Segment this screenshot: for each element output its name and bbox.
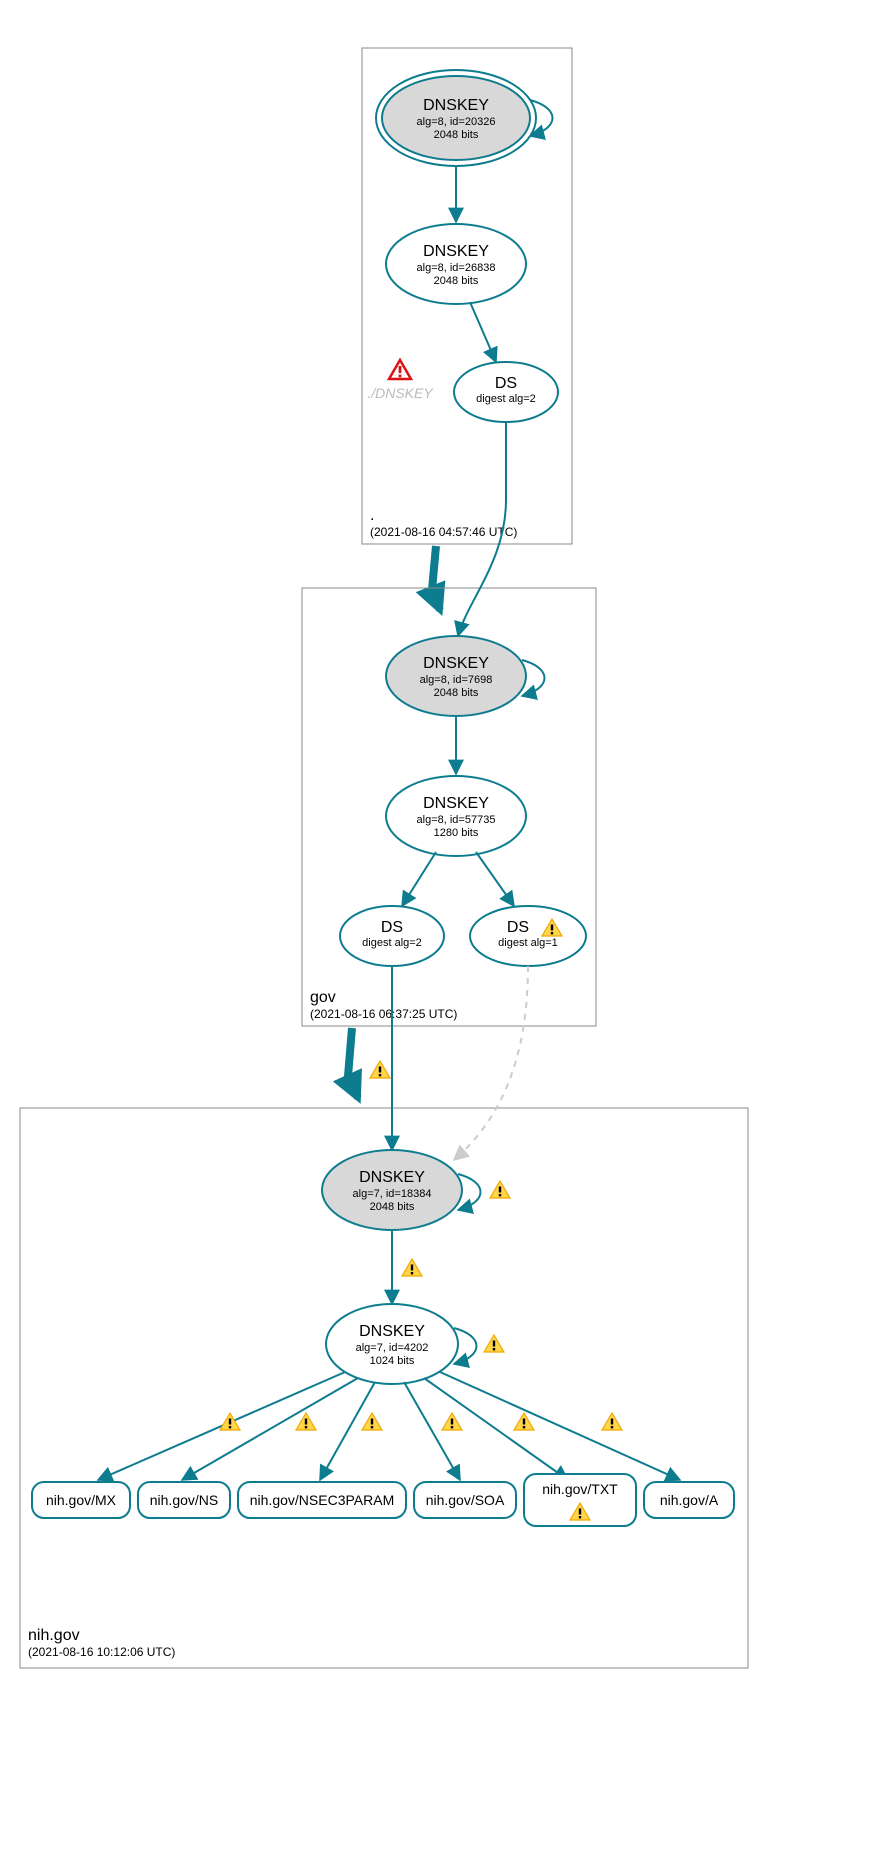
rrset-soa[interactable]: nih.gov/SOA: [414, 1482, 516, 1518]
svg-text:nih.gov/NSEC3PARAM: nih.gov/NSEC3PARAM: [250, 1492, 394, 1508]
svg-text:nih.gov/SOA: nih.gov/SOA: [426, 1492, 505, 1508]
warning-icon: [220, 1413, 240, 1430]
rrset-ns[interactable]: nih.gov/NS: [138, 1482, 230, 1518]
rrset-nsec3param[interactable]: nih.gov/NSEC3PARAM: [238, 1482, 406, 1518]
warning-icon: [484, 1335, 504, 1352]
svg-text:alg=8, id=7698: alg=8, id=7698: [420, 674, 493, 686]
svg-text:DS: DS: [495, 375, 517, 392]
svg-text:digest alg=2: digest alg=2: [362, 937, 422, 949]
svg-text:2048 bits: 2048 bits: [370, 1201, 415, 1213]
error-icon: [389, 360, 411, 379]
svg-text:DNSKEY: DNSKEY: [359, 1169, 425, 1186]
warning-icon: [514, 1413, 534, 1430]
edge-gov-zsk-ds2: [476, 852, 514, 906]
svg-text:nih.gov/A: nih.gov/A: [660, 1492, 719, 1508]
svg-text:alg=8, id=57735: alg=8, id=57735: [417, 814, 496, 826]
svg-text:alg=8, id=20326: alg=8, id=20326: [417, 116, 496, 128]
zone-root-ts: (2021-08-16 04:57:46 UTC): [370, 525, 517, 539]
warning-icon: [442, 1413, 462, 1430]
zone-gov-name: gov: [310, 989, 336, 1006]
svg-text:nih.gov/TXT: nih.gov/TXT: [542, 1481, 618, 1497]
warning-icon: [370, 1061, 390, 1078]
svg-text:2048 bits: 2048 bits: [434, 687, 479, 699]
node-gov-ds1[interactable]: DS digest alg=2: [340, 906, 444, 966]
svg-text:digest alg=1: digest alg=1: [498, 937, 558, 949]
node-root-ghost: ./DNSKEY: [367, 385, 434, 401]
node-gov-ds2[interactable]: DS digest alg=1: [470, 906, 586, 966]
svg-text:alg=7, id=18384: alg=7, id=18384: [353, 1188, 432, 1200]
svg-text:DS: DS: [381, 919, 403, 936]
warning-icon: [362, 1413, 382, 1430]
zone-root: . (2021-08-16 04:57:46 UTC) DNSKEY alg=8…: [362, 48, 572, 544]
node-gov-ksk[interactable]: DNSKEY alg=8, id=7698 2048 bits: [386, 636, 526, 716]
zone-gov-ts: (2021-08-16 06:37:25 UTC): [310, 1007, 457, 1021]
zone-gov: gov (2021-08-16 06:37:25 UTC) DNSKEY alg…: [302, 422, 596, 1026]
warning-icon: [296, 1413, 316, 1430]
svg-text:2048 bits: 2048 bits: [434, 129, 479, 141]
svg-text:2048 bits: 2048 bits: [434, 275, 479, 287]
warning-icon: [402, 1259, 422, 1276]
rrset-txt[interactable]: nih.gov/TXT: [524, 1474, 636, 1526]
svg-text:DNSKEY: DNSKEY: [359, 1323, 425, 1340]
edge-root-to-gov-zone: [432, 546, 440, 610]
svg-text:DNSKEY: DNSKEY: [423, 97, 489, 114]
svg-text:alg=8, id=26838: alg=8, id=26838: [417, 262, 496, 274]
svg-text:DNSKEY: DNSKEY: [423, 243, 489, 260]
svg-text:DNSKEY: DNSKEY: [423, 655, 489, 672]
warning-icon: [602, 1413, 622, 1430]
rrset-a[interactable]: nih.gov/A: [644, 1482, 734, 1518]
edge-gov-to-nih-zone: [348, 1028, 358, 1098]
svg-text:digest alg=2: digest alg=2: [476, 393, 536, 405]
svg-text:DNSKEY: DNSKEY: [423, 795, 489, 812]
svg-text:DS: DS: [507, 919, 529, 936]
node-gov-zsk[interactable]: DNSKEY alg=8, id=57735 1280 bits: [386, 776, 526, 856]
svg-text:nih.gov/MX: nih.gov/MX: [46, 1492, 117, 1508]
node-root-ds[interactable]: DS digest alg=2: [454, 362, 558, 422]
edge-gov-ds2-nih-ksk: [454, 966, 528, 1160]
node-root-zsk[interactable]: DNSKEY alg=8, id=26838 2048 bits: [386, 224, 526, 304]
edge-root-zsk-ds: [470, 302, 496, 362]
node-nih-ksk[interactable]: DNSKEY alg=7, id=18384 2048 bits: [322, 1150, 462, 1230]
svg-text:nih.gov/NS: nih.gov/NS: [150, 1492, 218, 1508]
rrset-mx[interactable]: nih.gov/MX: [32, 1482, 130, 1518]
zone-nih-ts: (2021-08-16 10:12:06 UTC): [28, 1645, 175, 1659]
zone-root-name: .: [370, 507, 374, 524]
svg-text:1024 bits: 1024 bits: [370, 1355, 415, 1367]
svg-text:alg=7, id=4202: alg=7, id=4202: [356, 1342, 429, 1354]
warning-icon: [490, 1181, 510, 1198]
edge-nih-zsk-ns: [182, 1378, 358, 1480]
edge-gov-zsk-ds1: [402, 852, 436, 906]
zone-nih-name: nih.gov: [28, 1627, 80, 1644]
edge-nih-zsk-n3p: [320, 1382, 375, 1480]
svg-text:1280 bits: 1280 bits: [434, 827, 479, 839]
node-root-ksk[interactable]: DNSKEY alg=8, id=20326 2048 bits: [376, 70, 536, 166]
node-nih-zsk[interactable]: DNSKEY alg=7, id=4202 1024 bits: [326, 1304, 458, 1384]
edge-nih-zsk-a: [440, 1372, 680, 1480]
